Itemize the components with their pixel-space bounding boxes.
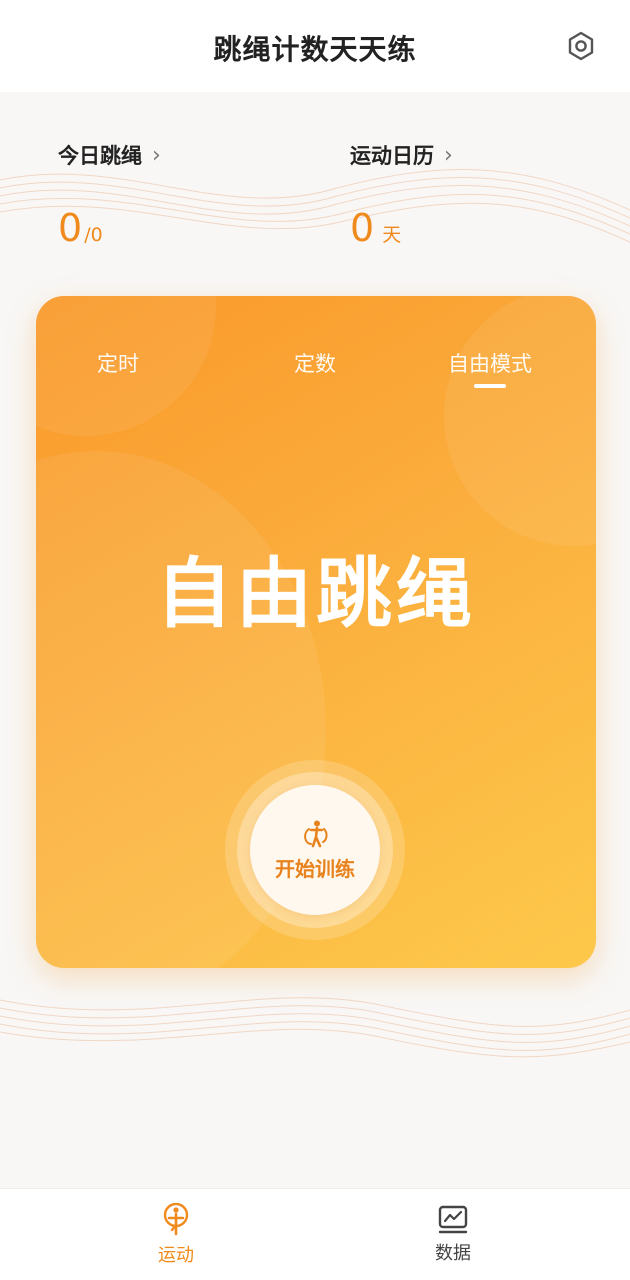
today-jump-title: 今日跳绳	[58, 144, 142, 168]
today-jump-link[interactable]: 今日跳绳 ›	[58, 140, 161, 170]
tab-active-indicator	[474, 384, 506, 388]
app-screen: 跳绳计数天天练 今日跳绳 › 0/0 运动日历 › 0 天 定时 定数 自由模式…	[0, 0, 630, 1280]
nav-label-exercise: 运动	[158, 1245, 194, 1266]
today-jump-count: 0	[58, 206, 83, 250]
nav-item-exercise[interactable]: 运动	[116, 1203, 236, 1267]
jump-rope-icon	[304, 820, 328, 847]
chevron-right-icon: ›	[444, 142, 453, 168]
calendar-title: 运动日历	[350, 144, 434, 168]
chevron-right-icon: ›	[152, 142, 161, 168]
today-jump-stat: 今日跳绳 › 0/0	[58, 140, 161, 251]
top-bar: 跳绳计数天天练	[0, 0, 630, 92]
nav-label-data: 数据	[435, 1243, 471, 1264]
card-bubble	[444, 296, 596, 546]
tab-timed[interactable]: 定时	[97, 348, 139, 378]
calendar-days: 0	[350, 206, 375, 250]
nav-item-data[interactable]: 数据	[393, 1203, 513, 1265]
start-training-button[interactable]: 开始训练	[250, 785, 380, 915]
run-icon	[163, 1203, 189, 1236]
mode-title: 自由跳绳	[156, 549, 476, 638]
mode-card: 定时 定数 自由模式 自由跳绳 开始训练	[36, 296, 596, 968]
bottom-nav: 运动 数据	[0, 1188, 630, 1280]
settings-button[interactable]	[563, 28, 599, 64]
today-jump-value: 0/0	[58, 206, 103, 250]
today-jump-total: /0	[84, 224, 103, 246]
calendar-stat: 运动日历 › 0天	[350, 140, 453, 251]
calendar-unit: 天	[382, 224, 402, 246]
gear-icon	[568, 31, 594, 61]
chart-icon	[438, 1205, 468, 1234]
page-title: 跳绳计数天天练	[213, 33, 417, 66]
calendar-value: 0天	[350, 206, 401, 250]
start-training-label: 开始训练	[275, 856, 355, 881]
tab-free-mode[interactable]: 自由模式	[448, 348, 532, 378]
wave-decoration-bottom	[0, 997, 630, 1058]
tab-count[interactable]: 定数	[294, 348, 336, 378]
calendar-link[interactable]: 运动日历 ›	[350, 140, 453, 170]
